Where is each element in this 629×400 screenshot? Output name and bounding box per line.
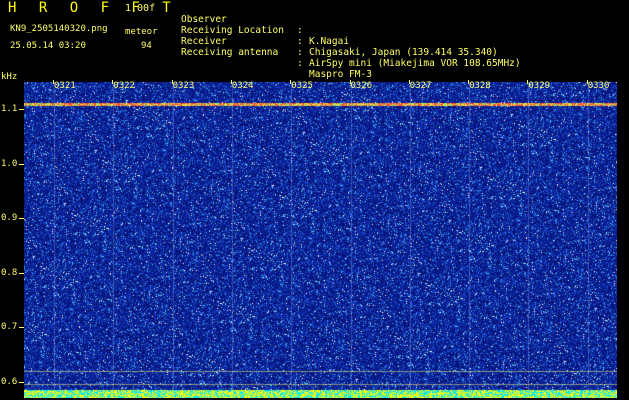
info-value: Chigasaki, Japan (139.414 35.340)	[309, 47, 498, 58]
spectrogram	[24, 82, 617, 398]
x-tick-label: 0322	[113, 81, 135, 91]
y-tick-label: 0.9	[1, 213, 18, 224]
page: { "header": { "app_title": "H R O F F T"…	[0, 0, 629, 400]
x-axis: 0321 0322 0323 0324 0325 0326 0327 0328 0329 0330	[24, 80, 617, 94]
info-sep: :	[297, 25, 303, 36]
info-value: AirSpy mini (Miakejima VOR 108.65MHz)	[309, 58, 521, 69]
info-value: Maspro FM-3	[309, 69, 372, 80]
y-tick-label: 0.7	[1, 322, 18, 333]
meteor-label: meteor	[125, 27, 158, 37]
y-tick-label: 1.0	[1, 158, 18, 169]
meteor-count: 94	[141, 41, 152, 51]
info-row-receiver: Receiver : AirSpy mini (Miakejima VOR 10…	[181, 25, 521, 69]
x-tick-label: 0327	[409, 81, 432, 91]
info-sep: :	[297, 47, 303, 58]
y-tick-label: 0.8	[1, 267, 18, 278]
station-info: Observer : K.Nagai Receiving Location : …	[181, 3, 521, 80]
info-row-antenna: Receiving antenna : Maspro FM-3	[181, 36, 372, 80]
y-tick-label: 1.1	[1, 104, 18, 115]
y-axis: 1.1 1.0 0.9 0.8 0.7 0.6	[0, 82, 24, 400]
x-tick-label: 0321	[54, 81, 76, 91]
y-tick-label: 0.6	[1, 376, 18, 387]
x-tick-label: 0329	[528, 81, 551, 91]
version-label: 1.00f	[125, 3, 156, 14]
x-tick-label: 0330	[587, 81, 610, 91]
info-key: Receiving antenna	[181, 47, 279, 58]
y-axis-unit: kHz	[1, 72, 18, 82]
x-tick-label: 0323	[172, 81, 195, 91]
x-tick-label: 0326	[350, 81, 373, 91]
spectrogram-canvas	[24, 82, 617, 398]
info-sep: :	[297, 58, 303, 69]
x-tick-label: 0328	[469, 81, 491, 91]
x-tick-label: 0324	[231, 81, 254, 91]
info-sep: :	[297, 36, 303, 47]
info-row-observer: Observer : K.Nagai	[181, 3, 349, 47]
x-tick-label: 0325	[291, 81, 313, 91]
info-row-location: Receiving Location : Chigasaki, Japan (1…	[181, 14, 498, 58]
info-value: K.Nagai	[309, 36, 350, 47]
filename-label: KN9_2505140320.png	[10, 24, 108, 34]
datetime-label: 25.05.14 03:20	[10, 41, 86, 51]
